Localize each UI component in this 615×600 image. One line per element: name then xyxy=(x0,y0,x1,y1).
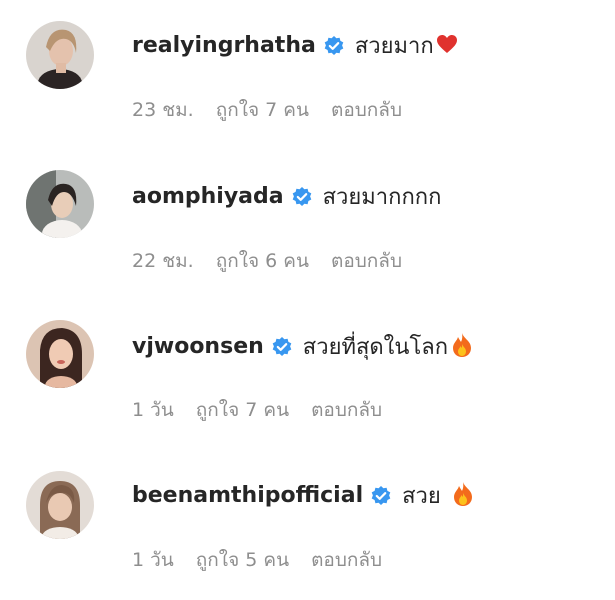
verified-badge-icon xyxy=(370,485,392,507)
username[interactable]: aomphiyada xyxy=(132,184,284,209)
avatar[interactable] xyxy=(26,21,94,89)
verified-badge-icon xyxy=(271,336,293,358)
like-count[interactable]: ถูกใจ 7 คน xyxy=(196,395,289,425)
comment-time[interactable]: 23 ชม. xyxy=(132,95,194,125)
comment-time[interactable]: 22 ชม. xyxy=(132,246,194,276)
comment-time[interactable]: 1 วัน xyxy=(132,545,174,575)
fire-emoji-icon xyxy=(451,481,475,511)
username[interactable]: beenamthipofficial xyxy=(132,483,363,508)
avatar[interactable] xyxy=(26,170,94,238)
reply-button[interactable]: ตอบกลับ xyxy=(311,545,382,575)
comment-text: สวยมาก xyxy=(354,34,434,59)
avatar[interactable] xyxy=(26,320,94,388)
fire-emoji-icon xyxy=(450,332,474,362)
comment-item: realyingrhatha สวยมาก 23 ชม. ถูกใจ 7 คน … xyxy=(0,0,615,150)
comment-time[interactable]: 1 วัน xyxy=(132,395,174,425)
verified-badge-icon xyxy=(291,186,313,208)
comment-text: สวยที่สุดในโลก xyxy=(302,335,449,360)
avatar[interactable] xyxy=(26,471,94,539)
username[interactable]: vjwoonsen xyxy=(132,334,264,359)
like-count[interactable]: ถูกใจ 5 คน xyxy=(196,545,289,575)
like-count[interactable]: ถูกใจ 6 คน xyxy=(216,246,309,276)
comment-item: beenamthipofficial สวย 1 วัน ถูกใจ 5 คน … xyxy=(0,450,615,600)
reply-button[interactable]: ตอบกลับ xyxy=(331,95,402,125)
verified-badge-icon xyxy=(323,35,345,57)
like-count[interactable]: ถูกใจ 7 คน xyxy=(216,95,309,125)
reply-button[interactable]: ตอบกลับ xyxy=(331,246,402,276)
comment-text: สวยมากกกก xyxy=(322,185,442,210)
comment-item: aomphiyada สวยมากกกก 22 ชม. ถูกใจ 6 คน ต… xyxy=(0,150,615,300)
heart-emoji-icon xyxy=(436,34,458,58)
comment-item: vjwoonsen สวยที่สุดในโลก 1 วัน ถูกใจ 7 ค… xyxy=(0,300,615,450)
username[interactable]: realyingrhatha xyxy=(132,33,316,58)
reply-button[interactable]: ตอบกลับ xyxy=(311,395,382,425)
comment-text: สวย xyxy=(402,484,441,509)
